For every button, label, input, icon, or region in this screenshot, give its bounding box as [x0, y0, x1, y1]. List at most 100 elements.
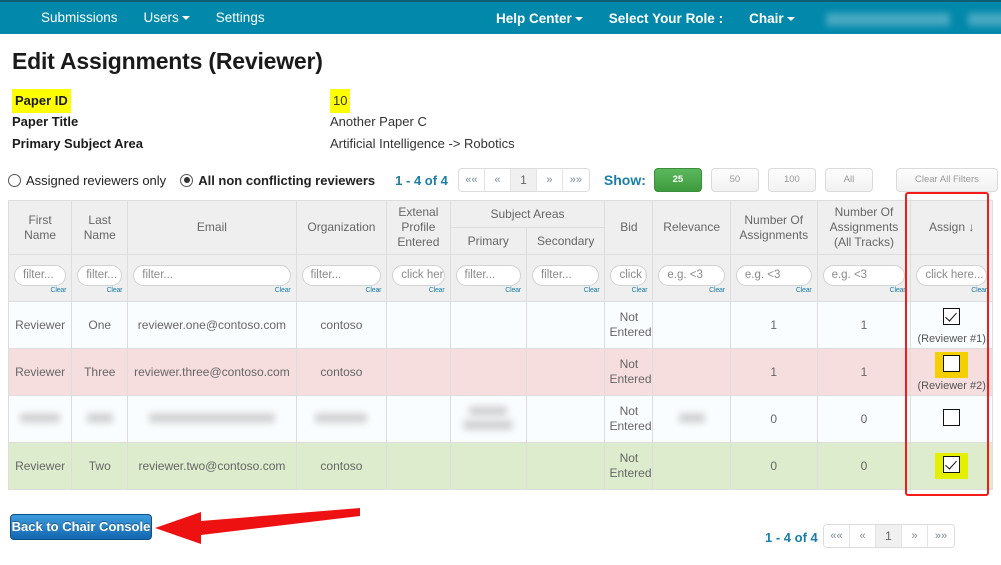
- th-number-of-assignments-all-tracks[interactable]: Number Of Assignments (All Tracks): [816, 200, 912, 255]
- filter-clear-primary[interactable]: Clear: [456, 287, 521, 294]
- nav-item-settings-label: Settings: [215, 10, 265, 25]
- th-last-name[interactable]: Last Name: [71, 200, 129, 255]
- radio-all-non-conflicting-reviewers-indicator[interactable]: [180, 173, 194, 187]
- filter-cell-secondary: filter... Clear: [525, 254, 606, 302]
- cell-number-of-assignments-all-tracks[interactable]: 0: [816, 442, 912, 490]
- filter-input-assign[interactable]: click here...: [916, 264, 987, 286]
- pager-page-1-top[interactable]: 1: [510, 169, 537, 191]
- cell-assign: [910, 395, 993, 443]
- pager-last-bottom[interactable]: »»: [928, 525, 954, 547]
- pager-prev-top[interactable]: «: [484, 169, 511, 191]
- cell-relevance: [652, 301, 731, 349]
- filter-input-bid[interactable]: click he: [610, 264, 648, 286]
- assign-checkbox-wrapper: [935, 453, 969, 479]
- cell-assign: (Reviewer #1): [910, 301, 993, 349]
- nav-item-settings[interactable]: Settings: [203, 1, 278, 35]
- filter-clear-relevance[interactable]: Clear: [658, 287, 725, 294]
- assign-checkbox[interactable]: [943, 355, 961, 372]
- assign-reviewer-note: (Reviewer #1): [917, 333, 986, 345]
- filter-input-external-profile[interactable]: click her: [392, 264, 445, 286]
- nav-item-submissions[interactable]: Submissions: [28, 1, 131, 35]
- table-controls-bar: Assigned reviewers only All non conflict…: [8, 167, 1001, 193]
- th-organization[interactable]: Organization: [295, 200, 388, 255]
- navbar-left-group: Submissions Users Settings: [28, 1, 278, 35]
- filter-clear-email[interactable]: Clear: [133, 287, 291, 294]
- th-bid[interactable]: Bid: [604, 200, 654, 255]
- filter-input-relevance[interactable]: e.g. <3: [658, 264, 725, 286]
- assign-checkbox[interactable]: [943, 308, 961, 325]
- cell-email: reviewer.two@contoso.com: [127, 442, 297, 490]
- filter-clear-number-of-assignments[interactable]: Clear: [736, 287, 812, 294]
- filter-clear-assign[interactable]: Clear: [916, 287, 987, 294]
- radio-all-non-conflicting-reviewers[interactable]: All non conflicting reviewers: [180, 173, 375, 188]
- pagination-bottom-group[interactable]: «« « 1 » »»: [823, 524, 955, 548]
- nav-item-users[interactable]: Users: [131, 1, 203, 35]
- pagination-top[interactable]: «« « 1 » »»: [457, 168, 590, 192]
- radio-all-non-conflicting-reviewers-label: All non conflicting reviewers: [198, 172, 376, 188]
- th-email[interactable]: Email: [127, 200, 297, 255]
- filter-input-number-of-assignments[interactable]: e.g. <3: [735, 264, 812, 286]
- th-first-name[interactable]: First Name: [7, 200, 73, 255]
- th-external-profile-entered[interactable]: Extenal Profile Entered: [386, 200, 451, 255]
- assign-checkbox-wrapper: [935, 305, 968, 331]
- cell-relevance: [652, 348, 731, 396]
- radio-assigned-reviewers-only[interactable]: Assigned reviewers only: [8, 173, 166, 188]
- pager-page-1-bottom[interactable]: 1: [876, 525, 902, 547]
- filter-cell-organization: filter... Clear: [295, 254, 388, 302]
- nav-item-help-center[interactable]: Help Center: [483, 2, 596, 36]
- filter-input-secondary[interactable]: filter...: [531, 264, 600, 286]
- cell-number-of-assignments-all-tracks[interactable]: 0: [816, 395, 912, 443]
- redacted-user-name: [825, 12, 950, 26]
- clear-all-filters-button[interactable]: Clear All Filters: [895, 168, 998, 192]
- nav-item-role-chair[interactable]: Chair: [736, 2, 808, 36]
- assign-checkbox[interactable]: [943, 456, 961, 473]
- redacted-text: [148, 413, 275, 423]
- pager-last-top[interactable]: »»: [562, 169, 589, 191]
- filter-clear-last-name[interactable]: Clear: [77, 287, 123, 294]
- cell-last-name: One: [71, 301, 129, 349]
- cell-number-of-assignments[interactable]: 0: [729, 395, 818, 443]
- back-to-chair-console-button[interactable]: Back to Chair Console: [10, 514, 152, 540]
- show-option-all[interactable]: All: [824, 168, 873, 192]
- pager-next-top[interactable]: »: [536, 169, 563, 191]
- cell-number-of-assignments-all-tracks[interactable]: 1: [816, 301, 912, 349]
- cell-number-of-assignments-all-tracks[interactable]: 1: [816, 348, 912, 396]
- filter-input-primary[interactable]: filter...: [455, 264, 521, 286]
- cell-number-of-assignments[interactable]: 1: [729, 348, 818, 396]
- filter-input-organization[interactable]: filter...: [301, 264, 382, 286]
- filter-input-email[interactable]: filter...: [133, 264, 291, 286]
- assign-checkbox-wrapper: [935, 406, 968, 432]
- filter-input-number-of-assignments-all-tracks[interactable]: e.g. <3: [822, 264, 906, 286]
- pager-next-bottom[interactable]: »: [902, 525, 928, 547]
- filter-clear-organization[interactable]: Clear: [302, 287, 382, 294]
- radio-assigned-reviewers-only-indicator[interactable]: [8, 173, 21, 187]
- filter-clear-first-name[interactable]: Clear: [14, 287, 66, 294]
- show-option-25[interactable]: 25: [653, 168, 702, 192]
- cell-number-of-assignments[interactable]: 0: [729, 442, 818, 490]
- th-assign[interactable]: Assign ↓: [910, 200, 993, 255]
- filter-input-first-name[interactable]: filter...: [14, 264, 67, 286]
- filter-clear-number-of-assignments-all-tracks[interactable]: Clear: [823, 287, 906, 294]
- filter-input-last-name[interactable]: filter...: [77, 264, 123, 286]
- cell-number-of-assignments[interactable]: 1: [729, 301, 818, 349]
- filter-clear-secondary[interactable]: Clear: [532, 287, 600, 294]
- assign-checkbox[interactable]: [943, 409, 961, 426]
- pager-prev-bottom[interactable]: «: [850, 525, 876, 547]
- th-secondary[interactable]: Secondary: [525, 227, 606, 255]
- th-number-of-assignments[interactable]: Number Of Assignments: [729, 200, 818, 255]
- show-option-100[interactable]: 100: [767, 168, 816, 192]
- pager-first-top[interactable]: ««: [458, 169, 485, 191]
- cell-external-profile: [386, 348, 451, 396]
- show-option-50[interactable]: 50: [710, 168, 759, 192]
- filter-clear-external-profile[interactable]: Clear: [392, 287, 445, 294]
- th-relevance[interactable]: Relevance: [652, 200, 731, 255]
- cell-bid: Not Entered: [604, 301, 654, 349]
- redacted-text: [86, 413, 113, 423]
- filter-clear-bid[interactable]: Clear: [610, 287, 648, 294]
- assign-reviewer-note: (Reviewer #2): [917, 380, 986, 392]
- result-range-top: 1 - 4 of 4: [395, 172, 448, 188]
- pager-first-bottom[interactable]: ««: [824, 525, 850, 547]
- th-primary[interactable]: Primary: [449, 227, 527, 255]
- nav-item-users-label: Users: [143, 10, 179, 25]
- result-range-bottom: 1 - 4 of 4: [765, 530, 818, 545]
